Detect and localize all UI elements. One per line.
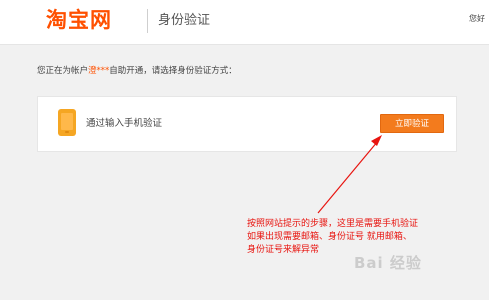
arrow-head [371, 135, 382, 146]
annotation-line-2: 如果出现需要邮箱、身份证号 就用邮箱、 [247, 232, 412, 242]
baidu-jingyan-watermark: Bai 经验 [354, 254, 422, 272]
annotation-line-1: 按照网站提示的步骤，这里是需要手机验证 [247, 219, 419, 229]
arrow-line [317, 140, 379, 214]
